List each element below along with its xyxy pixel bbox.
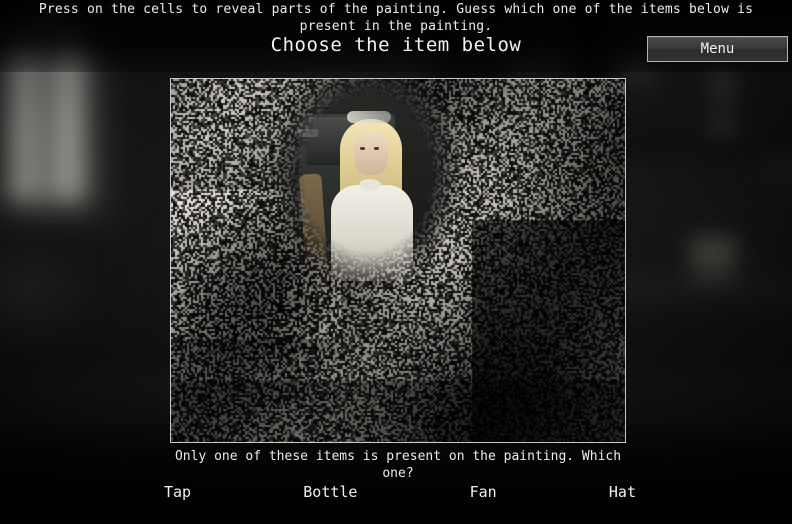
ui-layer: Press on the cells to reveal parts of th… — [0, 0, 792, 524]
obscuring-cells-overlay[interactable] — [171, 79, 625, 442]
options-row: Tap Bottle Fan Hat — [160, 481, 640, 503]
instruction-text: Press on the cells to reveal parts of th… — [38, 2, 754, 34]
option-fan[interactable]: Fan — [466, 481, 501, 503]
option-hat[interactable]: Hat — [605, 481, 640, 503]
game-screen: Press on the cells to reveal parts of th… — [0, 0, 792, 524]
option-tap[interactable]: Tap — [160, 481, 195, 503]
menu-button[interactable]: Menu — [647, 36, 788, 62]
painting-canvas[interactable] — [170, 78, 626, 443]
option-bottle[interactable]: Bottle — [299, 481, 361, 503]
prompt-subtitle: Only one of these items is present on th… — [174, 449, 622, 481]
